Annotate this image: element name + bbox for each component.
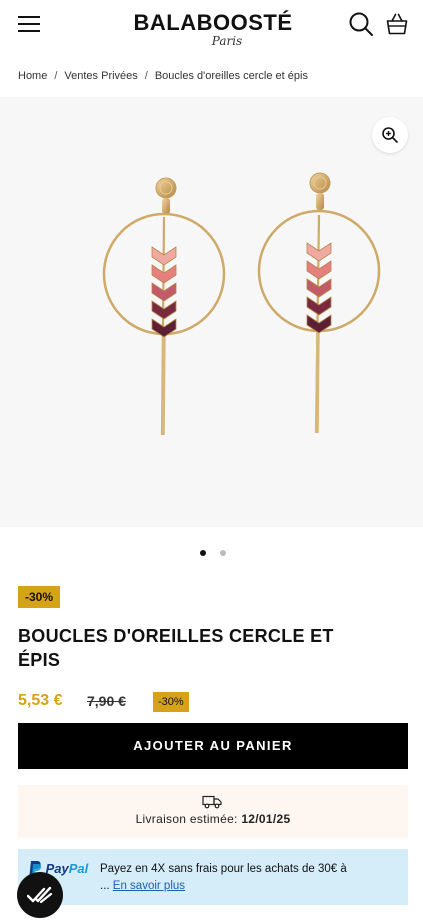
floating-action-button[interactable]: [17, 872, 63, 918]
paypal-logo-pal: Pal: [68, 861, 89, 876]
delivery-date: 12/01/25: [241, 812, 291, 826]
sale-price: 5,53 €: [18, 692, 63, 709]
delivery-text: Livraison estimée: 12/01/25: [18, 812, 408, 826]
discount-badge: -30%: [18, 586, 61, 608]
breadcrumb-ventes-privees[interactable]: Ventes Privées: [64, 70, 137, 82]
add-to-cart-button[interactable]: AJOUTER AU PANIER: [18, 723, 408, 769]
earrings-product-image: [102, 172, 381, 436]
breadcrumb-separator: /: [144, 70, 148, 82]
site-logo[interactable]: BALABOOSTÉ Paris: [130, 10, 296, 48]
delivery-estimate-box: Livraison estimée: 12/01/25: [18, 785, 408, 838]
breadcrumb-home[interactable]: Home: [18, 70, 47, 82]
site-header: BALABOOSTÉ Paris: [0, 0, 423, 60]
carousel-dots: [196, 550, 236, 558]
paypal-installments-box: PayPal Payez en 4X sans frais pour les a…: [18, 849, 408, 905]
breadcrumb-separator: /: [54, 70, 58, 82]
price-discount-badge: -30%: [153, 692, 189, 712]
paypal-text-continuation: ...: [100, 880, 110, 892]
breadcrumb: Home / Ventes Privées / Boucles d'oreilles c…: [18, 70, 308, 82]
product-title: BOUCLES D'OREILLES CERCLE ET ÉPIS: [18, 626, 334, 670]
delivery-truck-icon: [202, 795, 222, 809]
paypal-description: Payez en 4X sans frais pour les achats d…: [100, 863, 347, 875]
logo-main-text: BALABOOSTÉ: [133, 10, 293, 35]
hamburger-menu-icon[interactable]: [18, 14, 40, 34]
shopping-basket-icon[interactable]: [386, 12, 408, 36]
carousel-dot-1[interactable]: [200, 550, 206, 556]
carousel-dot-2[interactable]: [220, 550, 226, 556]
original-price: 7,90 €: [87, 693, 126, 709]
double-check-icon: [27, 886, 53, 904]
paypal-learn-more-link[interactable]: En savoir plus: [113, 880, 185, 892]
product-gallery[interactable]: [0, 97, 423, 527]
breadcrumb-current: Boucles d'oreilles cercle et épis: [154, 70, 308, 82]
paypal-text: Payez en 4X sans frais pour les achats d…: [100, 861, 400, 895]
zoom-in-icon[interactable]: [372, 117, 408, 153]
delivery-label: Livraison estimée:: [135, 812, 238, 826]
search-icon[interactable]: [348, 11, 374, 37]
logo-sub-text: Paris: [211, 34, 243, 48]
